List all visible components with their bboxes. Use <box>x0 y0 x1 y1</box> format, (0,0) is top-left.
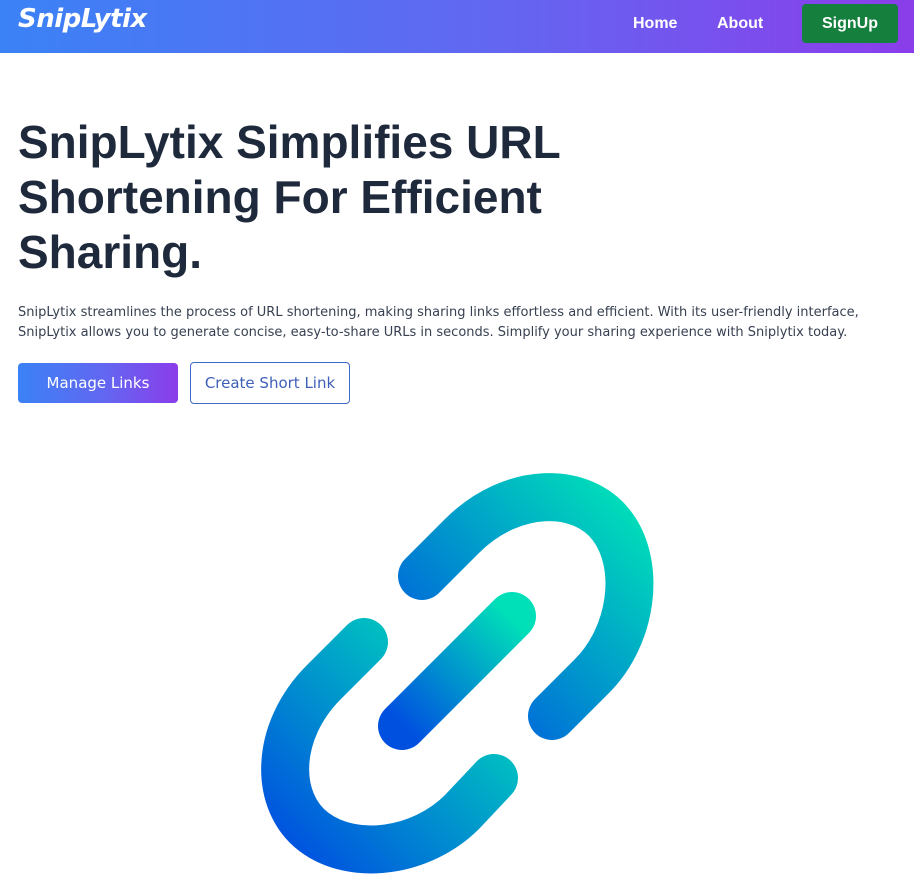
chain-link-icon <box>261 473 654 874</box>
hero-description: SnipLytix streamlines the process of URL… <box>18 305 859 340</box>
create-short-link-button[interactable]: Create Short Link <box>190 362 350 404</box>
nav-link-about[interactable]: About <box>717 15 763 33</box>
manage-links-button[interactable]: Manage Links <box>18 363 178 403</box>
signup-button[interactable]: SignUp <box>802 4 898 43</box>
navbar: SnipLytix Home About SignUp <box>0 0 914 53</box>
nav-link-home[interactable]: Home <box>633 15 677 33</box>
brand-logo[interactable]: SnipLytix <box>18 4 147 34</box>
chain-center-bar <box>378 592 536 750</box>
hero-title: SnipLytix Simplifies URL Shortening For … <box>18 116 560 278</box>
chain-link-illustration <box>240 460 680 877</box>
